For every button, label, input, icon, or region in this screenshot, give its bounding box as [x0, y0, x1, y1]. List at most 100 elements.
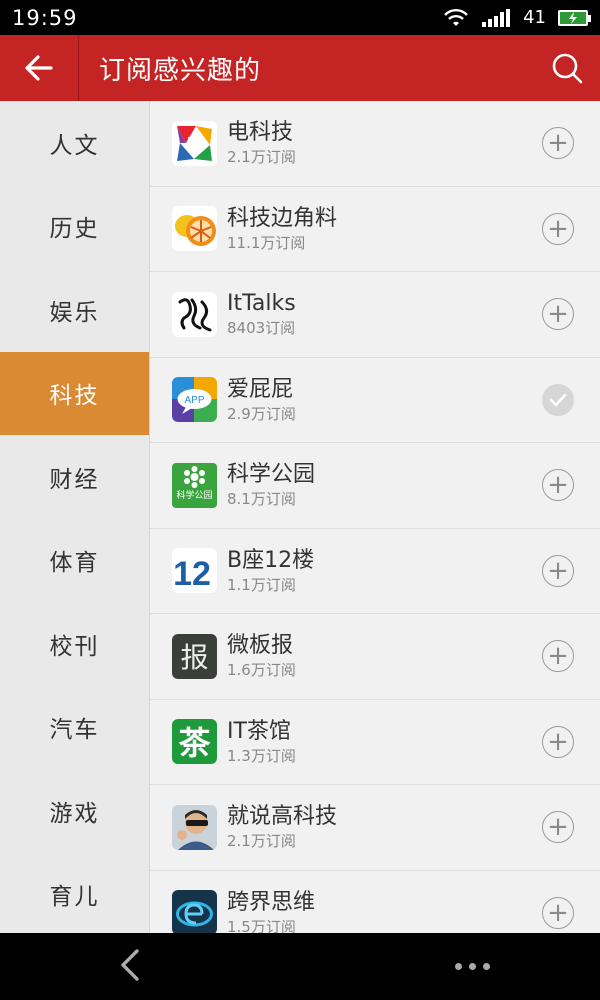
plus-icon: +	[547, 897, 569, 928]
list-item[interactable]: ItTalks 8403订阅 +	[150, 272, 600, 358]
subscribe-button[interactable]: +	[542, 212, 574, 245]
item-subscribers: 8403订阅	[227, 319, 296, 338]
dot-icon	[455, 963, 462, 970]
it-chaguan-logo: 茶	[172, 719, 217, 765]
subscribe-button[interactable]: +	[542, 469, 574, 502]
app-bubble-logo: APP	[172, 377, 217, 423]
category-keji[interactable]: 科技	[0, 351, 149, 435]
plus-icon: +	[547, 213, 569, 244]
plus-icon: +	[547, 641, 569, 672]
system-nav-bar	[0, 933, 600, 1000]
item-subscribers: 1.5万订阅	[227, 917, 296, 933]
item-name: 科技边角料	[227, 205, 338, 231]
list-item[interactable]: 12 B座12楼 1.1万订阅 +	[150, 529, 600, 614]
logo-text: 茶	[178, 724, 211, 762]
arrow-left-icon	[25, 55, 53, 81]
search-button[interactable]	[534, 35, 600, 101]
category-label: 汽车	[49, 717, 100, 744]
list-item[interactable]: 电科技 2.1万订阅 +	[150, 101, 600, 187]
category-qiche[interactable]: 汽车	[0, 686, 149, 770]
list-item[interactable]: 跨界思维 1.5万订阅 +	[150, 871, 600, 933]
subscribe-button[interactable]: +	[542, 811, 574, 844]
dian-keji-logo	[172, 120, 217, 166]
nav-back-button[interactable]	[118, 948, 142, 986]
plus-icon: +	[547, 470, 569, 501]
list-item[interactable]: 科技边角料 11.1万订阅 +	[150, 187, 600, 272]
category-label: 育儿	[49, 884, 100, 911]
subscribe-button[interactable]: +	[542, 640, 574, 673]
kuajie-siwei-logo	[172, 890, 217, 933]
ittalks-logo	[172, 291, 217, 337]
item-name: 电科技	[227, 120, 294, 146]
item-name: ItTalks	[227, 291, 296, 317]
list-item[interactable]: 报 微板报 1.6万订阅 +	[150, 614, 600, 700]
status-time: 19:59	[12, 5, 78, 30]
status-icons: 41	[443, 7, 591, 28]
person-avatar-logo	[172, 804, 217, 850]
logo-text: APP	[184, 395, 204, 406]
item-subscribers: 2.1万订阅	[227, 148, 296, 167]
logo-text: 科学公园	[176, 489, 212, 501]
item-name: 跨界思维	[227, 889, 316, 915]
kexue-gongyuan-logo: 科学公园	[172, 462, 217, 508]
list-item[interactable]: 就说高科技 2.1万订阅 +	[150, 785, 600, 871]
item-name: 爱屁屁	[227, 376, 294, 402]
logo-text: 报	[180, 641, 208, 674]
wifi-icon	[444, 8, 468, 26]
list-item[interactable]: 科学公园 科学公园 8.1万订阅 +	[150, 443, 600, 529]
plus-icon: +	[547, 812, 569, 843]
category-lishi[interactable]: 历史	[0, 185, 149, 269]
subscribe-button[interactable]: +	[542, 725, 574, 758]
plus-icon: +	[547, 555, 569, 586]
plus-icon: +	[547, 726, 569, 757]
item-subscribers: 11.1万订阅	[227, 233, 306, 252]
category-caijing[interactable]: 财经	[0, 435, 149, 519]
category-label: 游戏	[49, 800, 100, 827]
category-label: 财经	[49, 466, 100, 493]
item-subscribers: 8.1万订阅	[227, 490, 296, 509]
item-name: IT茶馆	[227, 718, 291, 744]
subscribed-button[interactable]	[542, 383, 574, 416]
b12-logo: 12	[172, 548, 217, 594]
subscribe-button[interactable]: +	[542, 896, 574, 929]
status-bar: 19:59 41	[0, 0, 600, 35]
category-label: 娱乐	[49, 299, 100, 326]
category-yuer[interactable]: 育儿	[0, 853, 149, 937]
item-name: 就说高科技	[227, 804, 338, 830]
item-subscribers: 1.1万订阅	[227, 575, 296, 594]
category-renwen[interactable]: 人文	[0, 101, 149, 185]
item-subscribers: 1.3万订阅	[227, 746, 296, 765]
battery-level: 41	[523, 7, 546, 28]
app-root: 19:59 41 订阅感兴趣的 人文 历史 娱乐 科技 财经 体育 校刊 汽车 …	[0, 0, 600, 1000]
item-subscribers: 1.6万订阅	[227, 661, 296, 680]
subscribe-button[interactable]: +	[542, 298, 574, 331]
category-sidebar: 人文 历史 娱乐 科技 财经 体育 校刊 汽车 游戏 育儿	[0, 101, 150, 933]
more-options-button[interactable]	[455, 963, 490, 970]
weibanbao-logo: 报	[172, 633, 217, 679]
battery-icon	[558, 9, 591, 26]
category-yule[interactable]: 娱乐	[0, 268, 149, 352]
item-subscribers: 2.9万订阅	[227, 404, 296, 423]
category-tiyu[interactable]: 体育	[0, 519, 149, 603]
list-item[interactable]: 茶 IT茶馆 1.3万订阅 +	[150, 700, 600, 785]
logo-text: 12	[173, 555, 211, 593]
app-header: 订阅感兴趣的	[0, 35, 600, 101]
list-item[interactable]: APP 爱屁屁 2.9万订阅	[150, 358, 600, 443]
plus-icon: +	[547, 299, 569, 330]
subscribe-button[interactable]: +	[542, 127, 574, 160]
category-youxi[interactable]: 游戏	[0, 769, 149, 853]
item-name: B座12楼	[227, 547, 315, 573]
signal-icon	[482, 8, 511, 27]
category-xiaokan[interactable]: 校刊	[0, 602, 149, 686]
category-label: 人文	[49, 132, 100, 159]
back-button[interactable]	[0, 35, 79, 101]
dot-icon	[483, 963, 490, 970]
orange-slice-logo	[172, 206, 217, 252]
check-icon	[549, 393, 567, 407]
subscribe-button[interactable]: +	[542, 554, 574, 587]
category-label: 科技	[49, 383, 100, 410]
item-name: 科学公园	[227, 462, 316, 488]
search-icon	[552, 53, 583, 84]
page-title: 订阅感兴趣的	[99, 55, 262, 86]
item-name: 微板报	[227, 633, 294, 659]
